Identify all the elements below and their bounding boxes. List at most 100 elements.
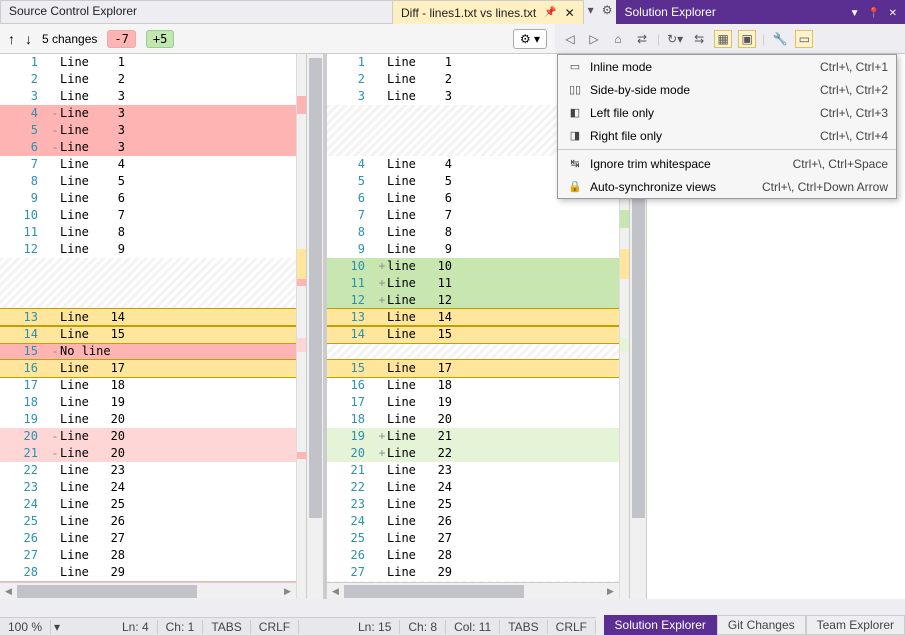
scroll-right-icon[interactable]: ▶ — [602, 583, 619, 600]
code-line[interactable]: 22 Line 24 — [327, 479, 619, 496]
code-line[interactable] — [0, 292, 296, 309]
code-line[interactable]: 25 Line 27 — [327, 530, 619, 547]
code-line[interactable]: 26 Line 28 — [327, 547, 619, 564]
menu-item[interactable]: ↹Ignore trim whitespaceCtrl+\, Ctrl+Spac… — [558, 152, 896, 175]
code-line[interactable]: 14 Line 15 — [0, 326, 296, 343]
properties-icon[interactable]: 🔧 — [771, 30, 789, 48]
solution-explorer-title[interactable]: Solution Explorer ▼ 📍 ✕ — [616, 0, 905, 24]
menu-item[interactable]: 🔒Auto-synchronize viewsCtrl+\, Ctrl+Down… — [558, 175, 896, 198]
code-line[interactable]: 13 Line 14 — [0, 309, 296, 326]
code-line[interactable]: 28 Line 29 — [0, 564, 296, 581]
code-line[interactable]: 12 Line 9 — [0, 241, 296, 258]
sync-icon[interactable]: ⇆ — [690, 30, 708, 48]
code-line[interactable]: 17 Line 18 — [0, 377, 296, 394]
code-line[interactable]: 1 Line 1 — [0, 54, 296, 71]
scroll-thumb[interactable] — [17, 585, 197, 598]
tab-source-control-explorer[interactable]: Source Control Explorer — [0, 0, 393, 24]
collapse-all-icon[interactable]: ▣ — [738, 30, 756, 48]
code-line[interactable]: 24 Line 25 — [0, 496, 296, 513]
indent-mode[interactable]: TABS — [203, 620, 250, 634]
code-line[interactable]: 19 Line 20 — [0, 411, 296, 428]
home-icon[interactable]: ⌂ — [609, 30, 627, 48]
left-overview-ruler[interactable] — [296, 54, 306, 599]
code-line[interactable]: 27 Line 29 — [327, 564, 619, 581]
show-all-files-icon[interactable]: ▦ — [714, 30, 732, 48]
bottom-tab-git-changes[interactable]: Git Changes — [717, 615, 806, 635]
code-line[interactable]: 15 Line 17 — [327, 360, 619, 377]
code-line[interactable]: 21 Line 23 — [327, 462, 619, 479]
code-line[interactable]: 13 Line 14 — [327, 309, 619, 326]
code-line[interactable]: 5-Line 3 — [0, 122, 296, 139]
code-line[interactable]: 3 Line 3 — [0, 88, 296, 105]
code-line[interactable]: 6-Line 3 — [0, 139, 296, 156]
code-line[interactable]: 20-Line 20 — [0, 428, 296, 445]
right-h-scrollbar[interactable]: ◀ ▶ — [327, 582, 619, 599]
close-icon[interactable]: ✕ — [565, 6, 575, 20]
code-line[interactable]: 12+Line 12 — [327, 292, 619, 309]
left-h-scrollbar[interactable]: ◀ ▶ — [0, 582, 296, 599]
code-line[interactable]: 20+Line 22 — [327, 445, 619, 462]
code-line[interactable]: 23 Line 25 — [327, 496, 619, 513]
scroll-thumb[interactable] — [309, 58, 322, 518]
gear-icon[interactable]: ⚙ — [598, 0, 617, 24]
scroll-left-icon[interactable]: ◀ — [0, 583, 17, 600]
code-line[interactable]: 19+Line 21 — [327, 428, 619, 445]
next-change-button[interactable]: ↓ — [25, 31, 32, 47]
menu-item[interactable]: ▯▯Side-by-side modeCtrl+\, Ctrl+2 — [558, 78, 896, 101]
code-line[interactable] — [0, 258, 296, 275]
line-ending[interactable]: CRLF — [251, 620, 299, 634]
code-line[interactable] — [327, 343, 619, 360]
code-line[interactable]: 11 Line 8 — [0, 224, 296, 241]
dropdown-icon[interactable]: ▼ — [850, 8, 860, 19]
preview-icon[interactable]: ▭ — [795, 30, 813, 48]
code-line[interactable]: 7 Line 7 — [327, 207, 619, 224]
code-line[interactable]: 23 Line 24 — [0, 479, 296, 496]
prev-change-button[interactable]: ↑ — [8, 31, 15, 47]
scroll-right-icon[interactable]: ▶ — [279, 583, 296, 600]
code-line[interactable] — [0, 275, 296, 292]
code-line[interactable]: 11+Line 11 — [327, 275, 619, 292]
code-line[interactable]: 26 Line 27 — [0, 530, 296, 547]
scroll-thumb[interactable] — [344, 585, 524, 598]
diff-settings-button[interactable]: ⚙ ▾ — [513, 29, 547, 49]
bottom-tab-team-explorer[interactable]: Team Explorer — [806, 615, 905, 635]
switch-views-icon[interactable]: ⇄ — [633, 30, 651, 48]
zoom-dropdown-icon[interactable]: ▾ — [51, 620, 63, 634]
close-panel-icon[interactable]: ✕ — [889, 8, 897, 19]
code-line[interactable]: 16 Line 17 — [0, 360, 296, 377]
code-line[interactable]: 14 Line 15 — [327, 326, 619, 343]
tab-diff-active[interactable]: Diff - lines1.txt vs lines.txt 📌 ✕ — [393, 0, 584, 24]
refresh-icon[interactable]: ↻▾ — [666, 30, 684, 48]
back-icon[interactable]: ◁ — [561, 30, 579, 48]
indent-mode-r[interactable]: TABS — [500, 620, 547, 634]
code-line[interactable]: 16 Line 18 — [327, 377, 619, 394]
code-line[interactable]: 18 Line 19 — [0, 394, 296, 411]
code-line[interactable]: 2 Line 2 — [0, 71, 296, 88]
code-line[interactable]: 17 Line 19 — [327, 394, 619, 411]
code-line[interactable]: 9 Line 6 — [0, 190, 296, 207]
bottom-tab-solution-explorer[interactable]: Solution Explorer — [604, 615, 717, 635]
code-line[interactable]: 10+line 10 — [327, 258, 619, 275]
left-v-scrollbar[interactable] — [306, 54, 323, 599]
code-line[interactable]: 4-Line 3 — [0, 105, 296, 122]
code-line[interactable]: 18 Line 20 — [327, 411, 619, 428]
line-ending-r[interactable]: CRLF — [548, 620, 596, 634]
menu-item[interactable]: ◧Left file onlyCtrl+\, Ctrl+3 — [558, 101, 896, 124]
code-line[interactable]: 8 Line 5 — [0, 173, 296, 190]
code-line[interactable]: 9 Line 9 — [327, 241, 619, 258]
forward-icon[interactable]: ▷ — [585, 30, 603, 48]
pin-icon[interactable]: 📌 — [544, 7, 556, 18]
code-line[interactable]: 24 Line 26 — [327, 513, 619, 530]
pin-panel-icon[interactable]: 📍 — [868, 8, 880, 19]
code-line[interactable]: 21-Line 20 — [0, 445, 296, 462]
zoom-level[interactable]: 100 % — [0, 620, 51, 634]
code-line[interactable]: 22 Line 23 — [0, 462, 296, 479]
code-line[interactable]: 25 Line 26 — [0, 513, 296, 530]
code-line[interactable]: 8 Line 8 — [327, 224, 619, 241]
code-line[interactable]: 27 Line 28 — [0, 547, 296, 564]
menu-item[interactable]: ◨Right file onlyCtrl+\, Ctrl+4 — [558, 124, 896, 147]
menu-item[interactable]: ▭Inline modeCtrl+\, Ctrl+1 — [558, 55, 896, 78]
overflow-icon[interactable]: ▾ — [584, 0, 598, 24]
scroll-left-icon[interactable]: ◀ — [327, 583, 344, 600]
code-line[interactable]: 10 Line 7 — [0, 207, 296, 224]
